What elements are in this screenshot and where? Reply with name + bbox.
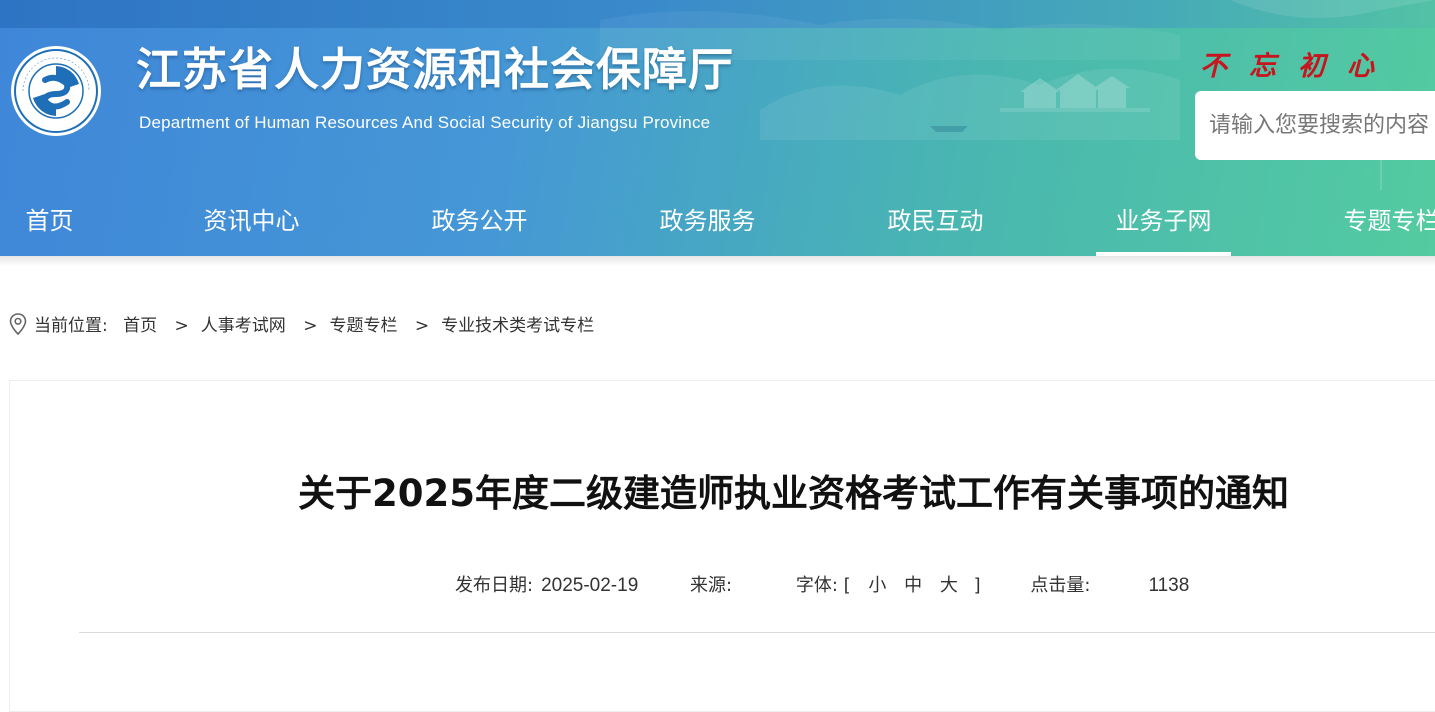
main-nav: 首页 资讯中心 政务公开 政务服务 政民互动 业务子网 专题专栏 (0, 190, 1435, 256)
meta-divider (79, 632, 1435, 633)
department-emblem-icon (11, 46, 101, 136)
breadcrumb-separator: > (174, 316, 189, 336)
article-title: 关于2025年度二级建造师执业资格考试工作有关事项的通知 (298, 472, 1289, 515)
breadcrumb-separator: > (414, 316, 430, 336)
font-size-large-button[interactable]: 大 (940, 571, 958, 601)
search-input[interactable] (1195, 91, 1435, 160)
nav-item-gov-services[interactable]: 政务服务 (640, 190, 775, 256)
nav-item-special-topics[interactable]: 专题专栏 (1324, 190, 1435, 256)
breadcrumb-link-exam-site[interactable]: 人事考试网 (201, 316, 286, 336)
slogan: 不忘初心 (1200, 51, 1396, 82)
font-bracket-open: [ (843, 575, 851, 596)
site-title: 江苏省人力资源和社会保障厅 (136, 43, 735, 96)
nav-item-news[interactable]: 资讯中心 (184, 190, 319, 256)
hits-count: 1138 (1148, 575, 1190, 596)
article-container: 关于2025年度二级建造师执业资格考试工作有关事项的通知 发布日期: 2025-0… (9, 380, 1435, 712)
publish-date-label: 发布日期: (455, 575, 534, 596)
nav-item-home[interactable]: 首页 (0, 190, 99, 256)
publish-date: 2025-02-19 (541, 575, 639, 596)
source-label: 来源: (690, 575, 733, 596)
breadcrumb-prefix: 当前位置: (34, 316, 108, 336)
site-subtitle: Department of Human Resources And Social… (139, 113, 711, 132)
breadcrumb-link-special-topics[interactable]: 专题专栏 (329, 316, 397, 336)
site-header: 江苏省人力资源和社会保障厅 Department of Human Resour… (0, 0, 1435, 256)
nav-item-business-subsite[interactable]: 业务子网 (1096, 190, 1231, 256)
breadcrumb-link-professional-exams[interactable]: 专业技术类考试专栏 (441, 316, 594, 336)
font-size-small-button[interactable]: 小 (868, 571, 886, 601)
breadcrumb-link-home[interactable]: 首页 (123, 316, 157, 336)
breadcrumb-separator: > (303, 316, 318, 336)
font-size-medium-button[interactable]: 中 (904, 571, 922, 601)
font-bracket-close: ] (973, 575, 981, 596)
font-size-label: 字体: (795, 575, 838, 596)
article-meta: 发布日期: 2025-02-19 来源: 字体: [ 小 中 大 ] 点击量: 11… (455, 571, 1189, 601)
nav-item-gov-affairs[interactable]: 政务公开 (412, 190, 547, 256)
breadcrumb: 当前位置: 首页 > 人事考试网 > 专题专栏 > 专业技术类考试专栏 (8, 312, 594, 340)
nav-item-interaction[interactable]: 政民互动 (868, 190, 1003, 256)
location-pin-icon (9, 313, 27, 336)
header-shadow (0, 256, 1435, 266)
hits-label: 点击量: (1030, 575, 1091, 596)
